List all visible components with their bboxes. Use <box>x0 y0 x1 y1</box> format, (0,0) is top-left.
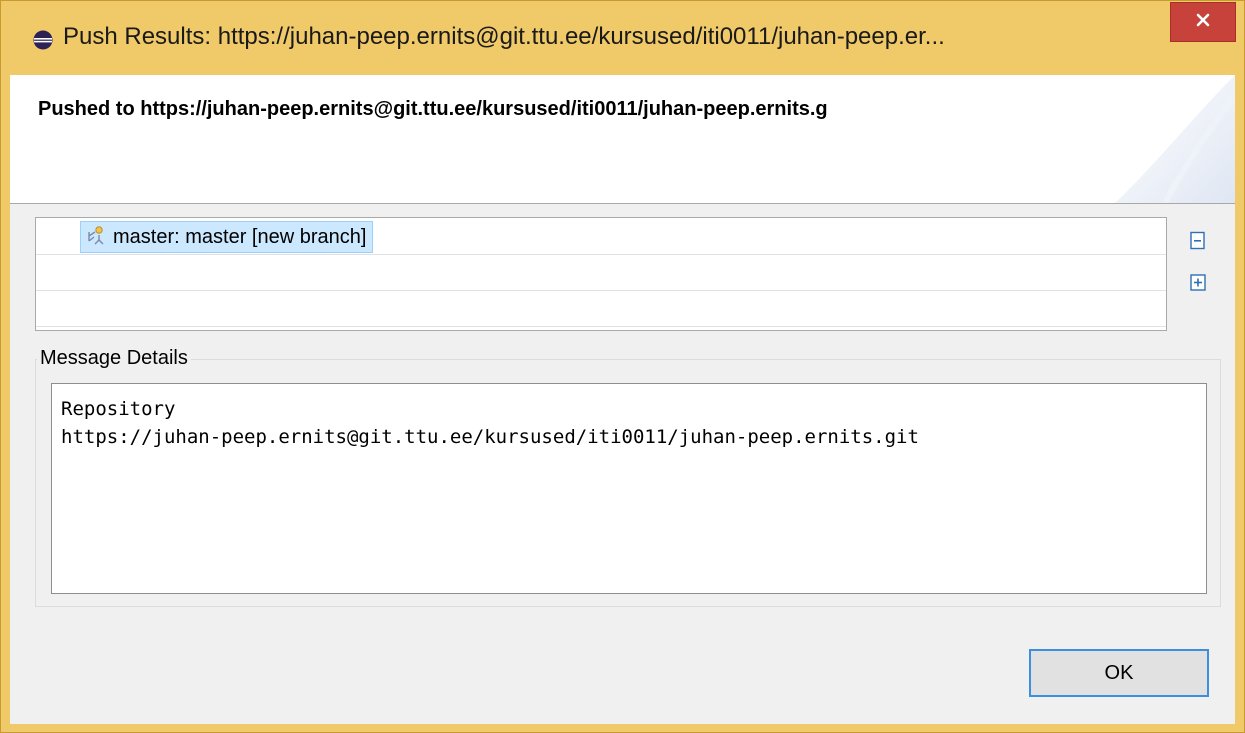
dialog-content: Pushed to https://juhan-peep.ernits@git.… <box>10 75 1235 724</box>
collapse-all-button[interactable] <box>1188 231 1208 251</box>
tree-row <box>36 254 1166 291</box>
close-icon <box>1195 12 1211 33</box>
title-bar[interactable]: Push Results: https://juhan-peep.ernits@… <box>1 1 1244 75</box>
tree-item-master[interactable]: master: master [new branch] <box>80 221 374 253</box>
close-button[interactable] <box>1170 2 1236 42</box>
branch-push-icon <box>85 224 107 251</box>
tree-item-label: master: master [new branch] <box>113 225 367 248</box>
expand-all-button[interactable] <box>1188 273 1208 293</box>
eclipse-icon <box>33 30 53 50</box>
message-details-label: Message Details <box>37 347 191 370</box>
tree-row[interactable]: master: master [new branch] <box>36 218 1166 255</box>
expand-all-icon <box>1188 274 1208 297</box>
push-results-dialog: Push Results: https://juhan-peep.ernits@… <box>0 0 1245 733</box>
ok-button[interactable]: OK <box>1029 649 1209 697</box>
push-message: Pushed to https://juhan-peep.ernits@git.… <box>38 98 828 120</box>
banner-decoration <box>1115 75 1235 203</box>
collapse-all-icon <box>1188 231 1208 255</box>
message-details-text[interactable]: Repository https://juhan-peep.ernits@git… <box>51 383 1207 594</box>
push-results-tree[interactable]: master: master [new branch] <box>35 217 1167 331</box>
window-title: Push Results: https://juhan-peep.ernits@… <box>63 23 945 50</box>
tree-row <box>36 290 1166 327</box>
title-area: Pushed to https://juhan-peep.ernits@git.… <box>10 75 1235 204</box>
